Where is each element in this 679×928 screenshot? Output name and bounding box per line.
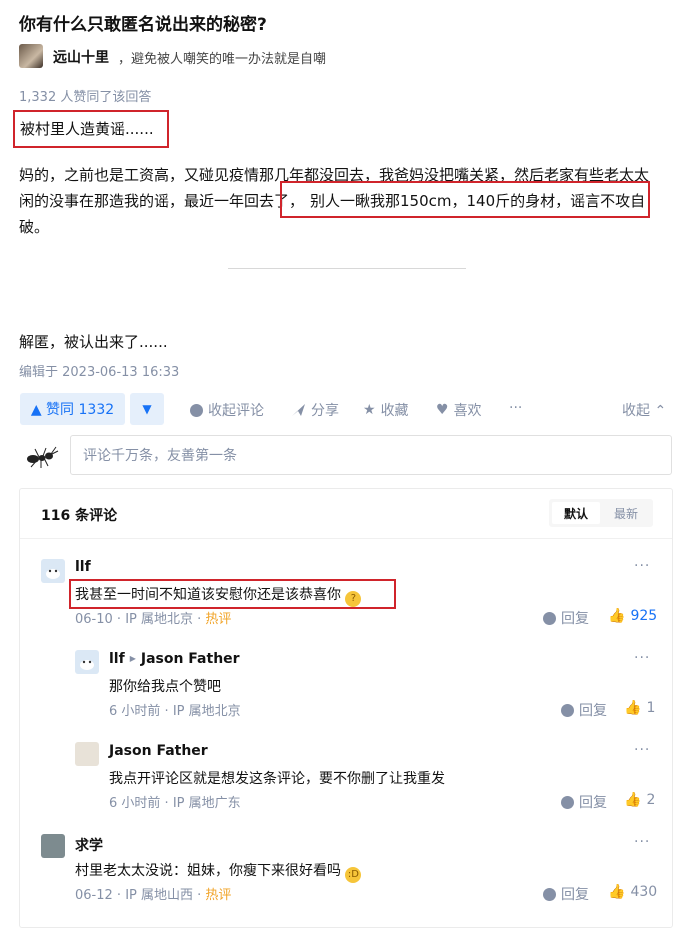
bird-avatar-icon xyxy=(46,569,60,579)
avatar[interactable] xyxy=(75,742,99,766)
comment-date: 6 小时前 xyxy=(109,796,161,811)
comment-meta: 06-10 · IP 属地北京 · 热评 xyxy=(75,612,232,627)
comment-author[interactable]: llf xyxy=(75,559,91,575)
reply-label: 回复 xyxy=(579,703,607,719)
comment-text: 我甚至一时间不知道该安慰你还是该恭喜你 ? xyxy=(75,584,362,607)
like-button[interactable]: ♥ 喜欢 xyxy=(436,400,482,420)
reply-label: 回复 xyxy=(579,795,607,811)
upvote-button[interactable]: ▲ 赞同 1332 xyxy=(20,393,125,425)
author-avatar[interactable] xyxy=(19,44,43,68)
reply-to-author[interactable]: Jason Father xyxy=(141,651,240,667)
like-label: 喜欢 xyxy=(453,403,482,419)
comment-meta: 06-12 · IP 属地山西 · 热评 xyxy=(75,888,232,903)
heart-icon: ♥ xyxy=(436,402,449,418)
share-button[interactable]: 分享 xyxy=(291,400,339,420)
share-label: 分享 xyxy=(311,403,339,419)
reply-icon xyxy=(543,611,556,625)
reply-icon xyxy=(561,703,574,717)
comment-input-placeholder: 评论千万条，友善第一条 xyxy=(83,448,237,464)
reply-button[interactable]: 回复 xyxy=(561,792,607,812)
comment-input[interactable]: 评论千万条，友善第一条 xyxy=(70,435,672,475)
like-count: 1 xyxy=(646,700,656,716)
author-signature: ，避免被人嘲笑的唯一办法就是自嘲 xyxy=(118,52,327,67)
comment-more-button[interactable]: ··· xyxy=(634,558,650,574)
chevron-up-icon: ⌃ xyxy=(654,403,667,419)
avatar[interactable] xyxy=(75,650,99,674)
author-name[interactable]: 远山十里 xyxy=(53,47,109,67)
thumbs-up-icon: 👍 xyxy=(608,884,626,900)
sort-latest-tab[interactable]: 最新 xyxy=(601,502,651,524)
comment-ip: IP 属地北京 xyxy=(172,704,241,719)
bird-avatar-icon xyxy=(80,660,94,670)
star-icon: ★ xyxy=(363,402,376,418)
reply-author[interactable]: llf xyxy=(109,651,125,667)
comment-icon xyxy=(190,403,203,417)
more-label: ··· xyxy=(509,400,523,416)
like-count: 430 xyxy=(630,884,658,900)
comment-author[interactable]: 求学 xyxy=(75,835,103,855)
like-count: 925 xyxy=(630,608,658,624)
reply-button[interactable]: 回复 xyxy=(561,700,607,720)
share-icon xyxy=(292,404,305,416)
collapse-button[interactable]: 收起 ⌃ xyxy=(622,400,666,420)
vote-count-line: 1,332 人赞同了该回答 xyxy=(19,90,152,105)
favorite-button[interactable]: ★ 收藏 xyxy=(363,400,409,420)
comment-more-button[interactable]: ··· xyxy=(634,742,650,758)
hot-badge: 热评 xyxy=(205,888,232,903)
comment-meta: 6 小时前 · IP 属地广东 xyxy=(109,796,241,811)
thinking-emoji-icon: ? xyxy=(345,591,362,607)
avatar[interactable] xyxy=(41,559,65,583)
thumbs-up-icon: 👍 xyxy=(624,700,642,716)
comment-ip: IP 属地广东 xyxy=(172,796,241,811)
answer-paragraph-1: 被村里人造黄谣...... xyxy=(20,120,154,138)
answer-paragraph-3: 解匿，被认出来了...... xyxy=(19,333,168,351)
comment-like-button[interactable]: 👍 2 xyxy=(624,792,655,808)
reply-button[interactable]: 回复 xyxy=(543,884,589,904)
collapse-comments-button[interactable]: 收起评论 xyxy=(190,400,264,420)
highlight-box xyxy=(280,181,650,218)
reply-label: 回复 xyxy=(561,611,589,627)
comment-count: 116 条评论 xyxy=(41,508,118,524)
comment-author: llf ▶ Jason Father xyxy=(109,651,240,667)
reply-icon xyxy=(561,795,574,809)
thumbs-up-icon: 👍 xyxy=(608,608,626,624)
edited-time[interactable]: 编辑于 2023-06-13 16:33 xyxy=(19,361,179,380)
comment-text: 那你给我点个赞吧 xyxy=(109,679,221,695)
collapse-label: 收起 xyxy=(622,403,650,419)
reply-icon xyxy=(543,887,556,901)
upvote-label: ▲ 赞同 1332 xyxy=(30,402,115,418)
collapse-comments-label: 收起评论 xyxy=(208,403,264,419)
comment-author[interactable]: Jason Father xyxy=(109,743,208,759)
comment-like-button[interactable]: 👍 430 xyxy=(608,884,657,900)
reply-button[interactable]: 回复 xyxy=(543,608,589,628)
ant-avatar-icon xyxy=(27,446,59,468)
thumbs-up-icon: 👍 xyxy=(624,792,642,808)
comment-ip: IP 属地北京 xyxy=(125,612,193,627)
reply-arrow-icon: ▶ xyxy=(129,654,136,663)
comment-like-button[interactable]: 👍 1 xyxy=(624,700,655,716)
comment-text-content: 我甚至一时间不知道该安慰你还是该恭喜你 xyxy=(75,587,341,603)
question-title[interactable]: 你有什么只敢匿名说出来的秘密? xyxy=(19,10,267,35)
comment-meta: 6 小时前 · IP 属地北京 xyxy=(109,704,241,719)
comment-ip: IP 属地山西 xyxy=(125,888,193,903)
comment-date: 06-10 xyxy=(75,612,113,627)
comment-more-button[interactable]: ··· xyxy=(634,650,650,666)
laughing-emoji-icon: :D xyxy=(345,867,362,883)
comment-text: 村里老太太没说：姐妹，你瘦下来很好看吗 :D xyxy=(75,860,362,883)
downvote-button[interactable]: ▼ xyxy=(130,393,164,425)
comment-date: 6 小时前 xyxy=(109,704,161,719)
more-button[interactable]: ··· xyxy=(509,400,522,416)
divider xyxy=(228,268,466,269)
hot-badge: 热评 xyxy=(205,612,232,627)
sort-default-tab[interactable]: 默认 xyxy=(552,502,600,524)
comment-like-button[interactable]: 👍 925 xyxy=(608,608,657,624)
comment-text-content: 村里老太太没说：姐妹，你瘦下来很好看吗 xyxy=(75,863,341,879)
reply-label: 回复 xyxy=(561,887,589,903)
avatar[interactable] xyxy=(41,834,65,858)
like-count: 2 xyxy=(646,792,656,808)
favorite-label: 收藏 xyxy=(380,403,409,419)
comment-date: 06-12 xyxy=(75,888,113,903)
comment-text: 我点开评论区就是想发这条评论，要不你删了让我重发 xyxy=(109,771,445,787)
comment-more-button[interactable]: ··· xyxy=(634,834,650,850)
